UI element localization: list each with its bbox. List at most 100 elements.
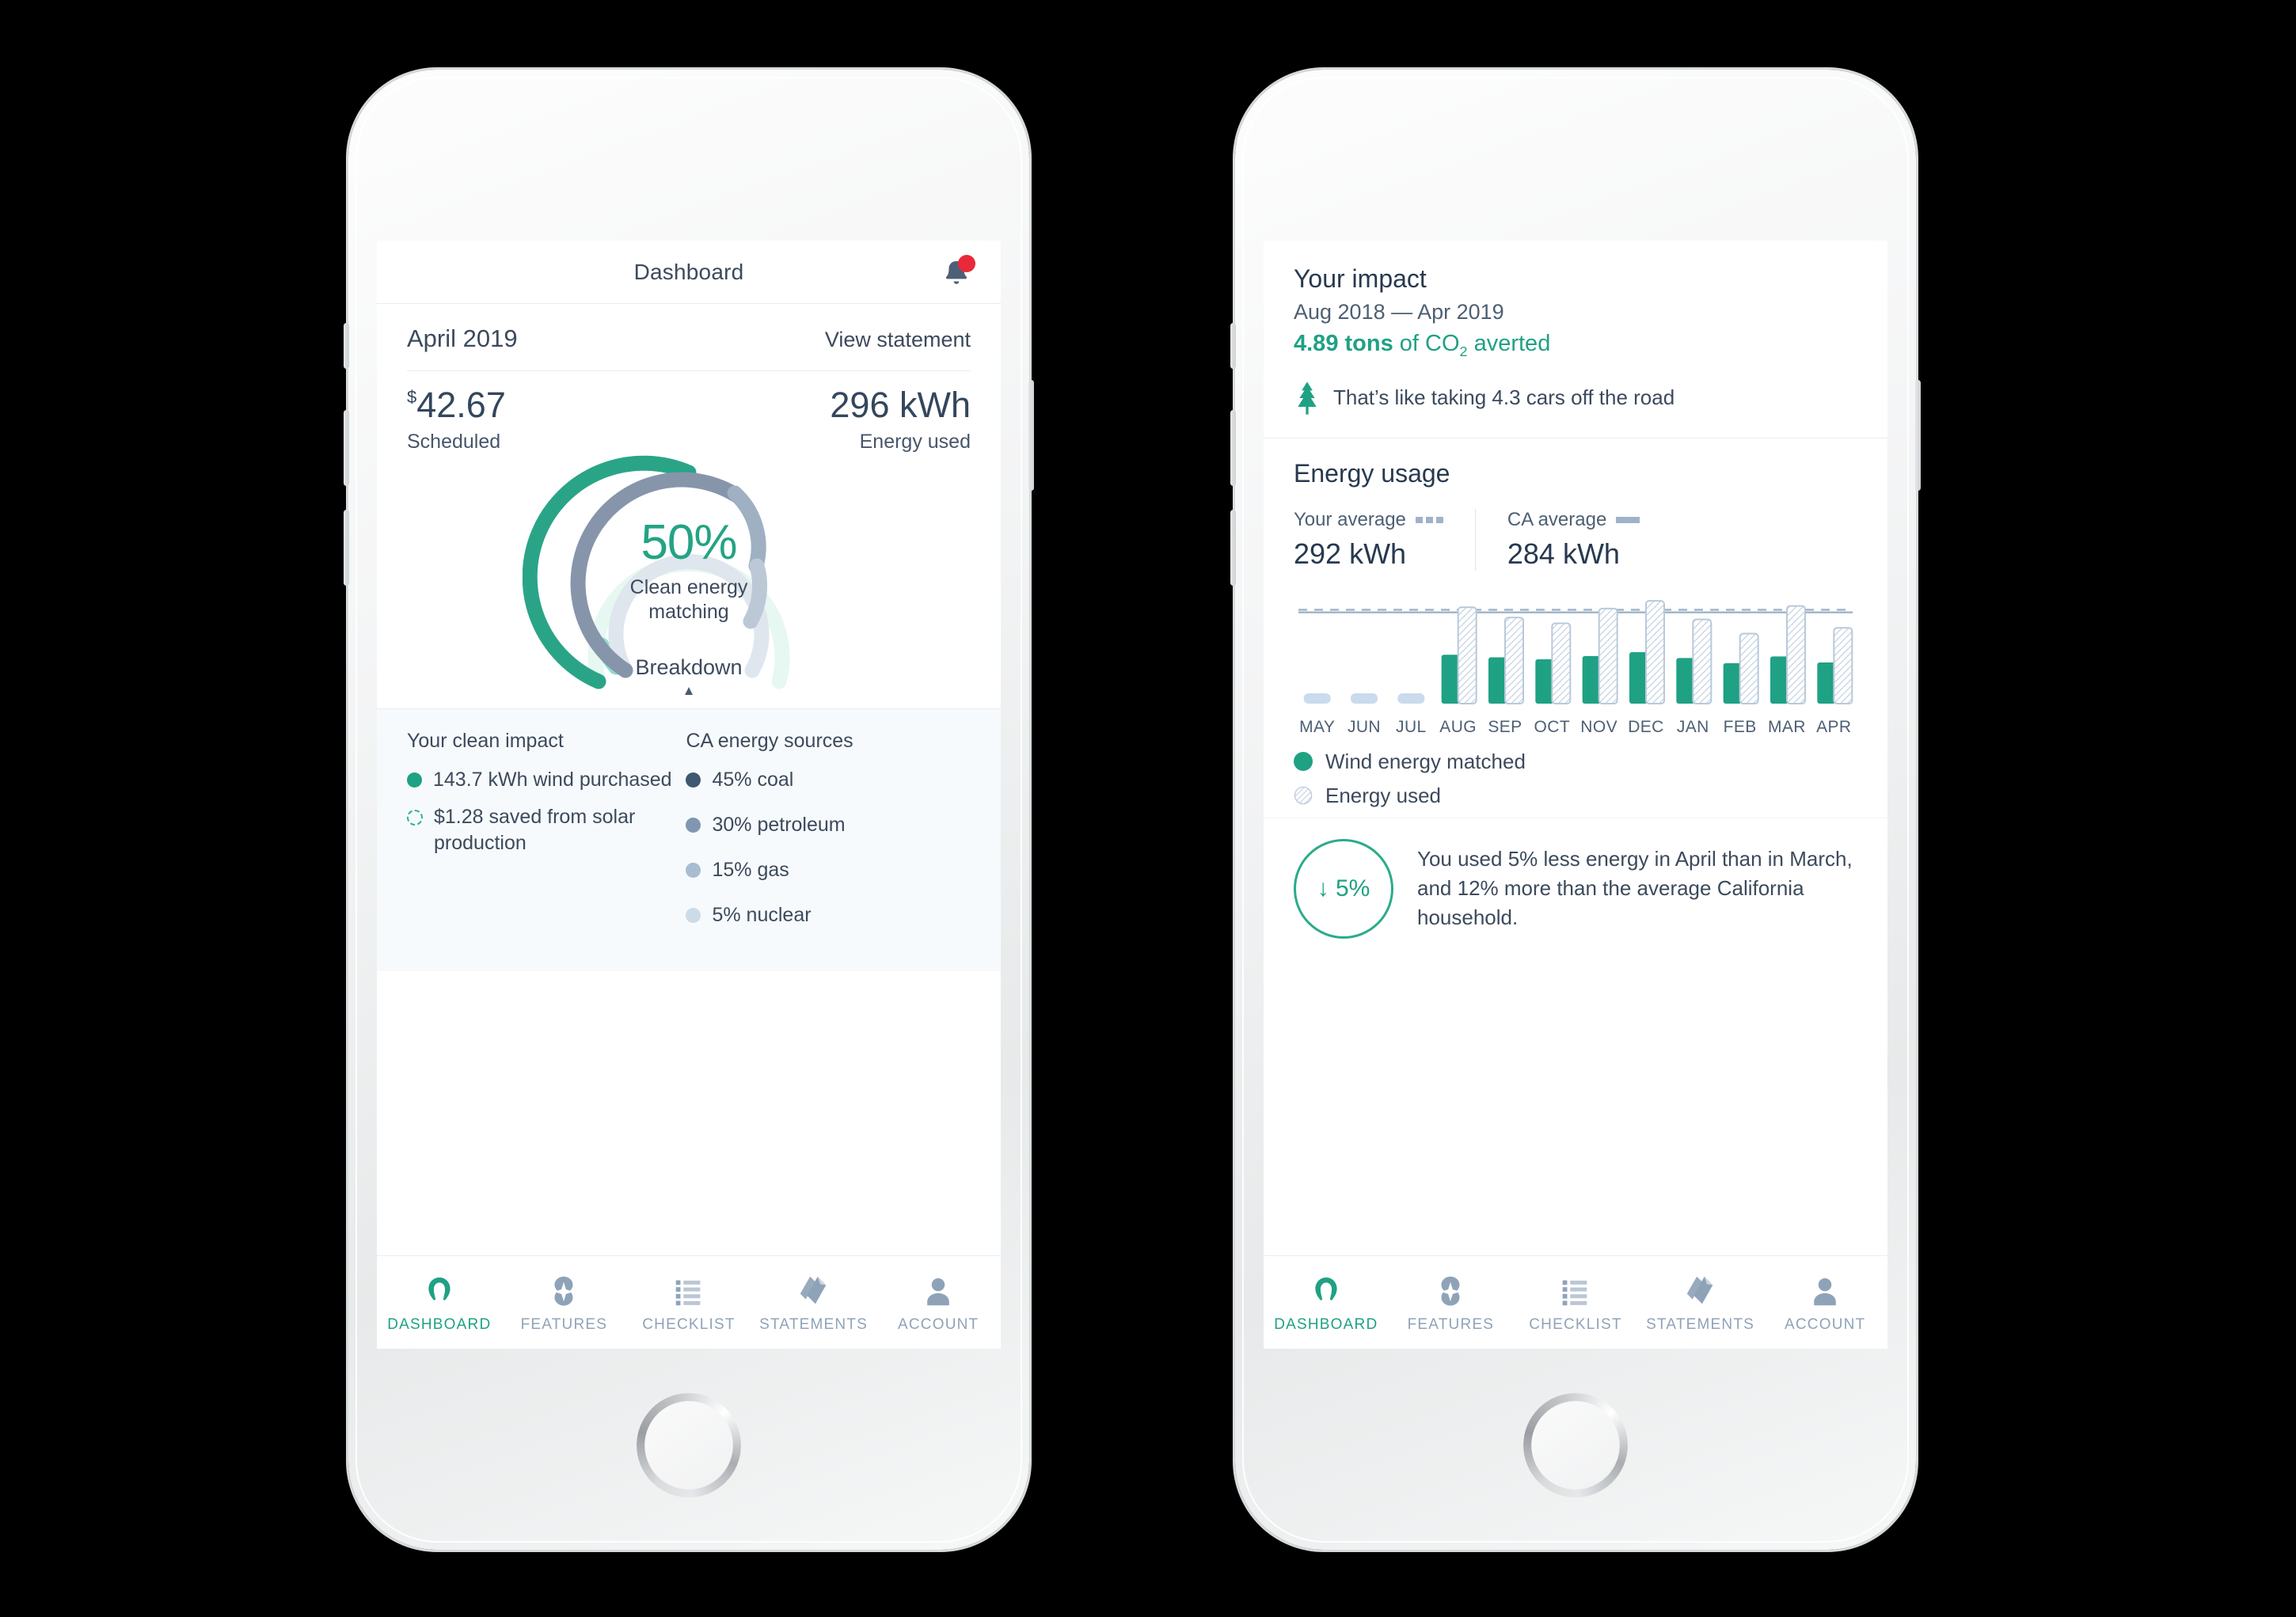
bar-energy-used [1551, 622, 1572, 704]
tab-account[interactable]: ACCOUNT [876, 1272, 1001, 1334]
month-label: FEB [1723, 717, 1757, 736]
ca-average-value: 284 kWh [1507, 537, 1620, 570]
tab-bar-left: DASHBOARD FEATURES CHECKLIST STATEMENTS ACCO… [377, 1255, 1001, 1349]
month-label: DEC [1628, 717, 1664, 736]
divider [407, 370, 971, 371]
wind-legend-icon [1294, 752, 1313, 772]
tab-bar-right: DASHBOARD FEATURES CHECKLIST STATEMENTS ACCO… [1264, 1255, 1887, 1349]
documents-icon [751, 1272, 876, 1311]
month-label: OCT [1534, 717, 1571, 736]
bar-energy-used [1786, 605, 1806, 704]
app-header: Dashboard [377, 241, 1001, 304]
your-average-block: Your average 292 kWh [1294, 509, 1475, 571]
co2-averted: 4.89 tons of CO2 averted [1294, 331, 1857, 360]
tree-icon [1298, 381, 1317, 415]
caret-up-icon: ▲ [682, 683, 696, 698]
notifications-button[interactable] [939, 255, 975, 291]
bar-wind-matched [1535, 659, 1554, 704]
averages-row: Your average 292 kWh CA average 284 kWh [1294, 508, 1857, 571]
person-icon [1762, 1272, 1887, 1311]
delta-percent: 5% [1335, 875, 1370, 901]
tab-label: DASHBOARD [387, 1315, 492, 1333]
tab-dashboard[interactable]: DASHBOARD [377, 1272, 502, 1334]
ca-average-block: CA average 284 kWh [1474, 508, 1671, 571]
your-average-text: Your average [1294, 508, 1406, 530]
co2-value: 4.89 tons [1294, 331, 1393, 356]
bar-energy-used [1692, 618, 1712, 704]
list-item-label: $1.28 saved from solar production [434, 806, 636, 854]
tab-statements[interactable]: STATEMENTS [751, 1272, 876, 1334]
bar-energy-used [1504, 617, 1524, 704]
clean-energy-gauge[interactable]: 50% Clean energy matching Breakdown ▲ [377, 455, 1001, 708]
amount-value: 42.67 [416, 385, 506, 425]
ca-sources-column: CA energy sources 45% coal 30% petroleum… [686, 730, 971, 947]
gauge-subtitle: Clean energy matching [377, 575, 1001, 624]
co2-text-b: averted [1467, 331, 1551, 356]
bar-energy-used [1833, 627, 1853, 704]
bar-wind-matched [1582, 655, 1601, 704]
coal-marker-icon [686, 772, 701, 788]
usage-summary-text: You used 5% less energy in April than in… [1417, 847, 1853, 930]
currency-symbol: $ [407, 387, 417, 407]
tab-statements[interactable]: STATEMENTS [1638, 1272, 1763, 1334]
your-average-label: Your average [1294, 509, 1443, 531]
mute-switch[interactable] [344, 323, 349, 369]
impact-date-range: Aug 2018 — Apr 2019 [1294, 300, 1504, 324]
bar-wind-matched [1817, 662, 1836, 704]
tab-account[interactable]: ACCOUNT [1762, 1272, 1887, 1334]
petroleum-marker-icon [686, 818, 701, 833]
month-label: SEP [1488, 717, 1522, 736]
tab-label: STATEMENTS [759, 1315, 869, 1333]
tab-checklist[interactable]: CHECKLIST [1513, 1272, 1638, 1334]
checklist-icon [626, 1272, 751, 1311]
month-label: MAR [1768, 717, 1806, 736]
summary-card: April 2019 View statement $42.67 Schedul… [377, 304, 1001, 708]
impact-equivalence-text: That’s like taking 4.3 cars off the road [1333, 385, 1675, 410]
clean-impact-column: Your clean impact 143.7 kWh wind purchas… [407, 730, 686, 947]
home-button[interactable] [1523, 1393, 1628, 1497]
tab-features[interactable]: FEATURES [502, 1272, 627, 1334]
scheduled-amount: $42.67 [407, 387, 506, 423]
gauge-subtitle-2: matching [648, 600, 729, 623]
power-button[interactable] [1028, 380, 1034, 491]
screen-right: Your impact Aug 2018 — Apr 2019 4.89 ton… [1264, 241, 1887, 1349]
ca-sources-heading: CA energy sources [686, 730, 853, 752]
energy-usage-chart[interactable] [1294, 591, 1857, 710]
volume-up-button[interactable] [344, 410, 349, 486]
view-statement-link[interactable]: View statement [825, 328, 971, 352]
ca-average-label: CA average [1507, 509, 1640, 531]
home-button[interactable] [637, 1393, 741, 1497]
mute-switch[interactable] [1230, 323, 1236, 369]
tab-label: ACCOUNT [1785, 1315, 1866, 1333]
bar-energy-used [1598, 607, 1618, 704]
month-label: JUL [1396, 717, 1427, 736]
solid-line-marker-icon [1616, 516, 1640, 523]
legend-item: Wind energy matched [1294, 750, 1857, 774]
tab-label: CHECKLIST [1529, 1315, 1622, 1333]
bar-energy-used [1645, 599, 1665, 704]
compass-icon [1389, 1272, 1514, 1311]
legend-label: Energy used [1325, 783, 1441, 807]
month-label: MAY [1299, 717, 1336, 736]
bar-wind-matched [1441, 655, 1460, 704]
tab-checklist[interactable]: CHECKLIST [626, 1272, 751, 1334]
compass-icon [502, 1272, 627, 1311]
solar-marker-icon [407, 810, 423, 826]
your-average-value: 292 kWh [1294, 537, 1407, 570]
list-item-label: 143.7 kWh wind purchased [433, 769, 672, 791]
screen-left: Dashboard April 2019 View statement $42.… [377, 241, 1001, 1349]
volume-down-button[interactable] [344, 510, 349, 586]
volume-down-button[interactable] [1230, 510, 1236, 586]
empty-month-placeholder [1303, 693, 1331, 704]
tab-features[interactable]: FEATURES [1389, 1272, 1514, 1334]
bar-wind-matched [1488, 657, 1507, 704]
tab-dashboard[interactable]: DASHBOARD [1264, 1272, 1389, 1334]
list-item-label: 30% petroleum [712, 814, 846, 836]
power-button[interactable] [1915, 380, 1921, 491]
phone-left: Dashboard April 2019 View statement $42.… [326, 52, 1051, 1570]
volume-up-button[interactable] [1230, 410, 1236, 486]
tab-label: ACCOUNT [898, 1315, 979, 1333]
list-item-label: 45% coal [712, 769, 794, 791]
notification-dot [958, 255, 975, 272]
breakdown-toggle[interactable]: Breakdown ▲ [377, 655, 1001, 697]
